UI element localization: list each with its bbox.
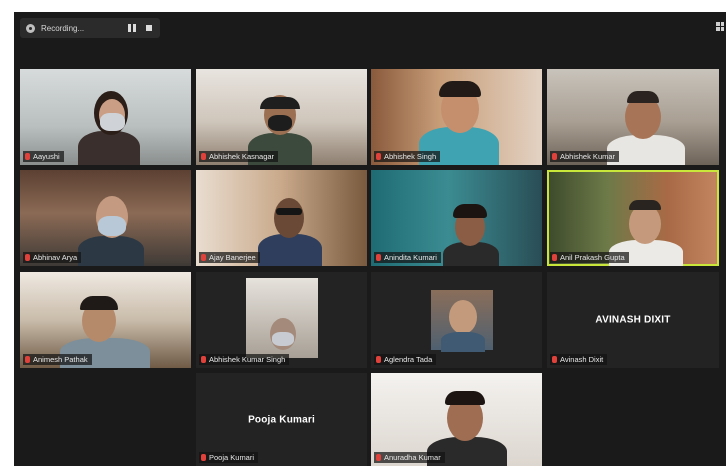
- participant-name: Pooja Kumari: [209, 453, 255, 462]
- muted-mic-icon: [376, 153, 381, 160]
- muted-mic-icon: [25, 153, 30, 160]
- participant-tile[interactable]: Anindita Kumari: [371, 170, 542, 266]
- video-call-window: Recording... Aayushi Abhishek Kasnagar A…: [0, 0, 726, 466]
- participant-tile[interactable]: Abhishek Kumar: [547, 69, 719, 165]
- participant-nameplate: Pooja Kumari: [199, 452, 259, 463]
- participant-name: Ajay Banerjee: [209, 253, 256, 262]
- participant-name: Anuradha Kumar: [384, 453, 441, 462]
- participant-nameplate: Avinash Dixit: [550, 354, 608, 365]
- participant-tile[interactable]: Aayushi: [20, 69, 191, 165]
- participant-name: Abhinav Arya: [33, 253, 78, 262]
- muted-mic-icon: [25, 356, 30, 363]
- muted-mic-icon: [201, 356, 206, 363]
- participant-tile[interactable]: Abhishek Singh: [371, 69, 542, 165]
- muted-mic-icon: [552, 254, 557, 261]
- participant-tile[interactable]: Abhishek Kumar Singh: [196, 272, 367, 368]
- participant-thumbnail: [431, 290, 493, 352]
- participant-nameplate: Abhishek Kasnagar: [199, 151, 279, 162]
- participant-name: Animesh Pathak: [33, 355, 88, 364]
- recording-label: Recording...: [41, 23, 85, 33]
- muted-mic-icon: [552, 356, 557, 363]
- participant-tile[interactable]: Ajay Banerjee: [196, 170, 367, 266]
- participant-tile[interactable]: Aglendra Tada: [371, 272, 542, 368]
- meeting-view: Recording... Aayushi Abhishek Kasnagar A…: [14, 12, 726, 466]
- participant-name: Anindita Kumari: [384, 253, 437, 262]
- participant-nameplate: Anuradha Kumar: [374, 452, 445, 463]
- participant-nameplate: Aayushi: [23, 151, 64, 162]
- stop-recording-icon[interactable]: [146, 25, 152, 31]
- participant-name: Abhishek Kumar: [560, 152, 616, 161]
- participant-name: Abhishek Kasnagar: [209, 152, 275, 161]
- gallery-view-icon[interactable]: [716, 22, 724, 31]
- muted-mic-icon: [376, 454, 381, 461]
- participant-tile[interactable]: Abhinav Arya: [20, 170, 191, 266]
- participant-nameplate: Animesh Pathak: [23, 354, 92, 365]
- muted-mic-icon: [376, 254, 381, 261]
- participant-tile[interactable]: Animesh Pathak: [20, 272, 191, 368]
- muted-mic-icon: [376, 356, 381, 363]
- participant-thumbnail: [246, 278, 318, 358]
- participant-nameplate: Abhishek Kumar Singh: [199, 354, 290, 365]
- participant-nameplate: Ajay Banerjee: [199, 252, 260, 263]
- muted-mic-icon: [201, 454, 206, 461]
- recording-indicator: Recording...: [20, 18, 160, 38]
- participant-tile[interactable]: Pooja Kumari Pooja Kumari: [196, 373, 367, 466]
- active-speaker-tile[interactable]: Anil Prakash Gupta: [547, 170, 719, 266]
- participant-nameplate: Abhishek Kumar: [550, 151, 620, 162]
- participant-name: Aglendra Tada: [384, 355, 433, 364]
- participant-nameplate: Abhishek Singh: [374, 151, 441, 162]
- participant-nameplate: Anindita Kumari: [374, 252, 441, 263]
- video-off-name: Pooja Kumari: [248, 414, 315, 425]
- participant-nameplate: Aglendra Tada: [374, 354, 437, 365]
- muted-mic-icon: [552, 153, 557, 160]
- muted-mic-icon: [25, 254, 30, 261]
- muted-mic-icon: [201, 254, 206, 261]
- participant-nameplate: Anil Prakash Gupta: [550, 252, 629, 263]
- video-off-name: AVINASH DIXIT: [595, 314, 671, 326]
- participant-name: Abhishek Singh: [384, 152, 437, 161]
- participant-nameplate: Abhinav Arya: [23, 252, 82, 263]
- participant-name: Avinash Dixit: [560, 355, 604, 364]
- participant-name: Aayushi: [33, 152, 60, 161]
- pause-recording-icon[interactable]: [128, 24, 136, 32]
- record-icon: [26, 23, 35, 33]
- top-bar: Recording...: [14, 12, 726, 44]
- participant-tile[interactable]: Anuradha Kumar: [371, 373, 542, 466]
- muted-mic-icon: [201, 153, 206, 160]
- participant-name: Abhishek Kumar Singh: [209, 355, 286, 364]
- participant-name: Anil Prakash Gupta: [560, 253, 625, 262]
- participant-tile[interactable]: AVINASH DIXIT Avinash Dixit: [547, 272, 719, 368]
- participant-tile[interactable]: Abhishek Kasnagar: [196, 69, 367, 165]
